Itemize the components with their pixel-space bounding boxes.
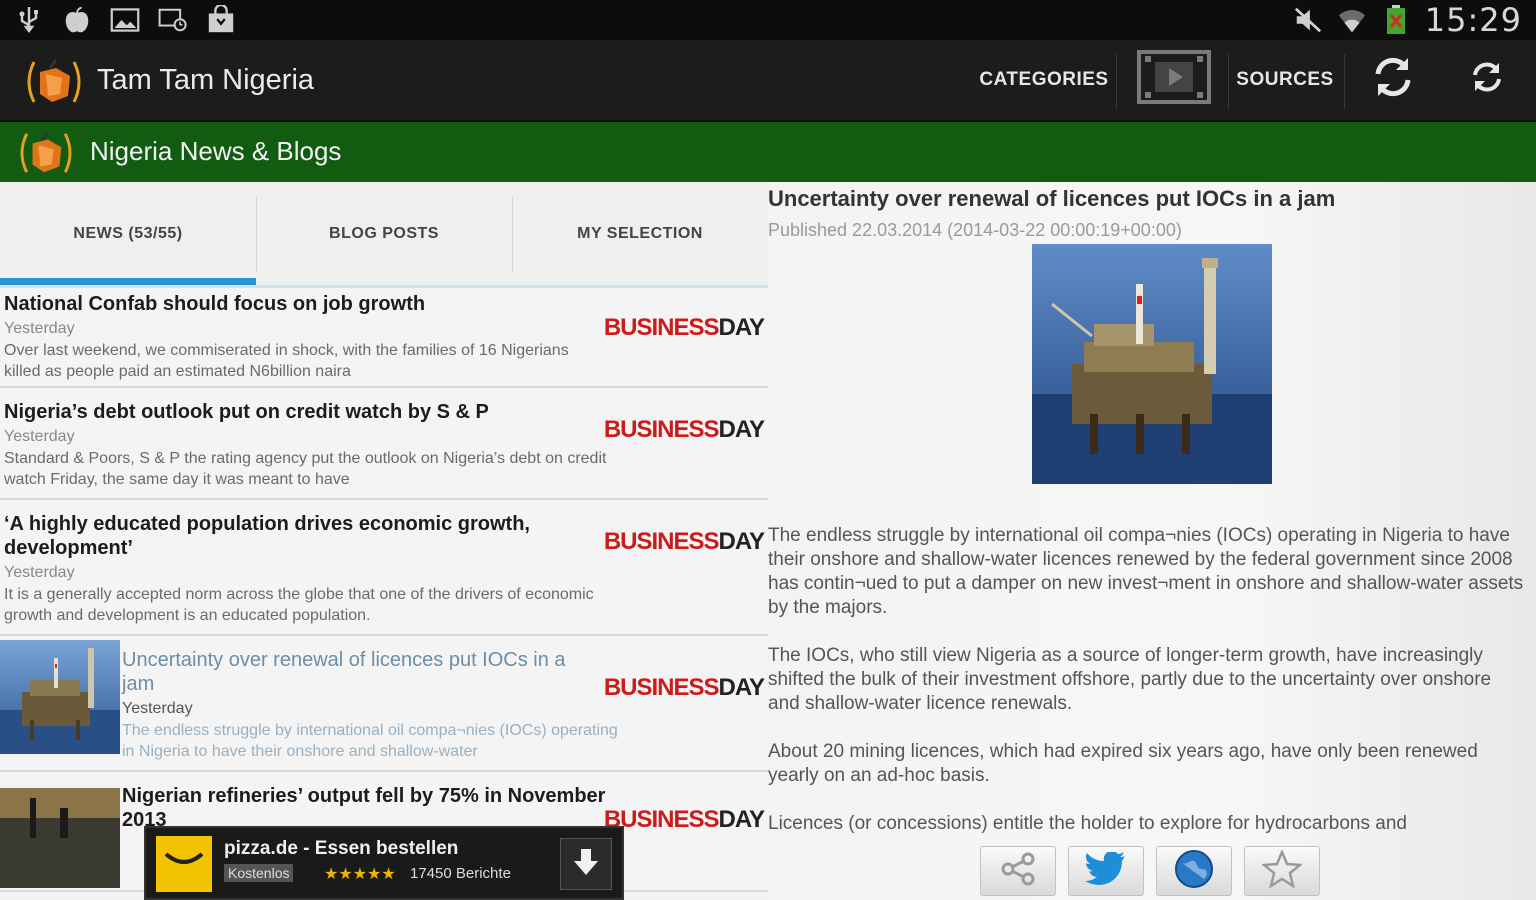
tab-blog-posts[interactable]: BLOG POSTS	[256, 182, 512, 285]
item-thumbnail	[0, 640, 120, 754]
battery-icon	[1381, 5, 1411, 35]
sync-icon	[1370, 54, 1416, 106]
twitter-icon	[1085, 850, 1127, 891]
article-paragraph: The IOCs, who still view Nigeria as a so…	[768, 645, 1492, 714]
sources-button[interactable]: SOURCES	[1236, 40, 1334, 120]
categories-button[interactable]: CATEGORIES	[979, 40, 1108, 120]
article-paragraph: About 20 mining licences, which had expi…	[768, 741, 1478, 786]
tab-news[interactable]: NEWS (53/55)	[0, 182, 256, 285]
tab-bar: NEWS (53/55) BLOG POSTS MY SELECTION	[0, 182, 768, 288]
ad-download-button[interactable]	[560, 838, 612, 890]
tab-indicator	[0, 278, 256, 285]
item-date: Yesterday	[4, 564, 75, 581]
item-title: ‘A highly educated population drives eco…	[4, 513, 530, 559]
item-thumbnail	[0, 788, 120, 888]
article-published: Published 22.03.2014 (2014-03-22 00:00:1…	[768, 220, 1182, 240]
article-image	[1032, 244, 1272, 484]
pizza-logo-icon	[156, 836, 212, 892]
ad-free-badge: Kostenlos	[224, 864, 294, 882]
usb-icon	[14, 5, 44, 35]
sync-screen-icon	[158, 5, 188, 35]
share-icon	[998, 852, 1038, 891]
app-logo-icon[interactable]	[22, 56, 86, 108]
action-bar: Tam Tam Nigeria CATEGORIES SOURCES	[0, 40, 1536, 122]
item-title: Nigerian refineries’ output fell by 75% …	[122, 785, 606, 831]
list-item[interactable]: National Confab should focus on job grow…	[0, 288, 768, 388]
tab-my-selection[interactable]: MY SELECTION	[512, 182, 768, 285]
article-body: The endless struggle by international oi…	[768, 524, 1524, 860]
film-icon	[1137, 48, 1211, 112]
list-item[interactable]: Nigeria’s debt outlook put on credit wat…	[0, 388, 768, 500]
article-paragraph: The endless struggle by international oi…	[768, 525, 1524, 618]
share-button[interactable]	[980, 846, 1056, 896]
sync-button[interactable]	[1352, 40, 1434, 120]
section-bar: Nigeria News & Blogs	[0, 122, 1536, 182]
mute-icon	[1293, 5, 1323, 35]
ad-rating-stars: ★★★★★	[324, 866, 396, 883]
source-logo: BUSINESSDAY	[603, 806, 765, 833]
article-title: Uncertainty over renewal of licences put…	[768, 186, 1336, 211]
app-logo-icon	[12, 128, 80, 178]
news-list-pane: NEWS (53/55) BLOG POSTS MY SELECTION Nat…	[0, 182, 768, 900]
share-bar	[768, 838, 1536, 900]
download-icon	[572, 847, 600, 882]
clock: 15:29	[1424, 1, 1522, 39]
news-list: National Confab should focus on job grow…	[0, 288, 768, 892]
source-logo: BUSINESSDAY	[603, 416, 765, 443]
source-logo: BUSINESSDAY	[603, 528, 765, 555]
image-icon	[110, 5, 140, 35]
item-snippet: Over last weekend, we commiserated in sh…	[4, 342, 569, 380]
star-favorite-icon	[1260, 848, 1304, 893]
browser-globe-icon	[1174, 849, 1214, 894]
item-snippet: The endless struggle by international oi…	[122, 722, 618, 760]
item-snippet: It is a generally accepted norm across t…	[4, 586, 594, 624]
item-snippet: Standard & Poors, S & P the rating agenc…	[4, 450, 607, 488]
article-paragraph: Licences (or concessions) entitle the ho…	[768, 813, 1407, 834]
source-logo: BUSINESSDAY	[603, 314, 765, 341]
item-date: Yesterday	[122, 700, 193, 717]
browser-button[interactable]	[1156, 846, 1232, 896]
status-bar: 15:29	[0, 0, 1536, 40]
wifi-icon	[1337, 5, 1367, 35]
ad-banner[interactable]: pizza.de - Essen bestellen Kostenlos ★★★…	[144, 826, 624, 900]
app-title: Tam Tam Nigeria	[97, 64, 315, 96]
list-item[interactable]: ‘A highly educated population drives eco…	[0, 500, 768, 636]
refresh-icon	[1469, 59, 1505, 101]
source-logo: BUSINESSDAY	[603, 674, 765, 701]
favorite-button[interactable]	[1244, 846, 1320, 896]
apple-icon	[62, 5, 92, 35]
article-pane: Uncertainty over renewal of licences put…	[768, 182, 1536, 900]
item-title: Uncertainty over renewal of licences put…	[122, 649, 566, 695]
twitter-button[interactable]	[1068, 846, 1144, 896]
refresh-button[interactable]	[1446, 40, 1528, 120]
ad-review-count: 17450 Berichte	[410, 865, 511, 882]
ad-title: pizza.de - Essen bestellen	[224, 838, 459, 859]
list-item[interactable]: Uncertainty over renewal of licences put…	[0, 636, 768, 772]
video-button[interactable]	[1126, 40, 1222, 120]
item-title: National Confab should focus on job grow…	[4, 293, 426, 315]
shopping-bag-icon	[206, 5, 236, 35]
section-title: Nigeria News & Blogs	[90, 136, 342, 166]
